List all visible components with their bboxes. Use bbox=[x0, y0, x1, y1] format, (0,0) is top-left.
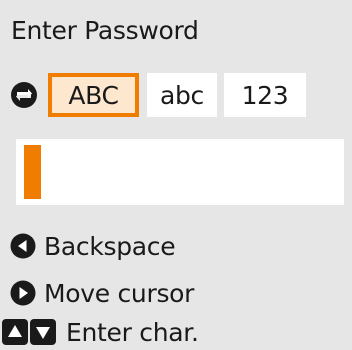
help-move-cursor-label: Move cursor bbox=[44, 278, 195, 308]
left-arrow-icon bbox=[10, 233, 36, 259]
switch-mode-icon[interactable] bbox=[10, 81, 38, 109]
help-backspace: Backspace bbox=[0, 228, 176, 264]
help-backspace-label: Backspace bbox=[44, 231, 176, 261]
help-move-cursor: Move cursor bbox=[0, 275, 194, 311]
text-cursor bbox=[24, 145, 41, 199]
mode-uppercase-button[interactable]: ABC bbox=[48, 73, 139, 117]
page-title: Enter Password bbox=[0, 0, 352, 60]
mode-numeric-button[interactable]: 123 bbox=[224, 73, 306, 117]
up-down-arrows bbox=[2, 319, 58, 345]
mode-lowercase-label: abc bbox=[159, 80, 205, 110]
mode-numeric-label: 123 bbox=[241, 80, 289, 110]
down-arrow-icon bbox=[30, 319, 56, 345]
password-input[interactable] bbox=[16, 139, 344, 205]
input-mode-selector: ABC abc 123 bbox=[0, 68, 352, 122]
right-arrow-icon bbox=[10, 280, 36, 306]
page-title-text: Enter Password bbox=[11, 15, 199, 45]
up-arrow-icon bbox=[2, 319, 28, 345]
mode-lowercase-button[interactable]: abc bbox=[147, 73, 217, 117]
help-enter-char-label: Enter char. bbox=[66, 317, 199, 347]
help-enter-char: Enter char. bbox=[0, 314, 199, 350]
mode-uppercase-label: ABC bbox=[68, 80, 119, 110]
